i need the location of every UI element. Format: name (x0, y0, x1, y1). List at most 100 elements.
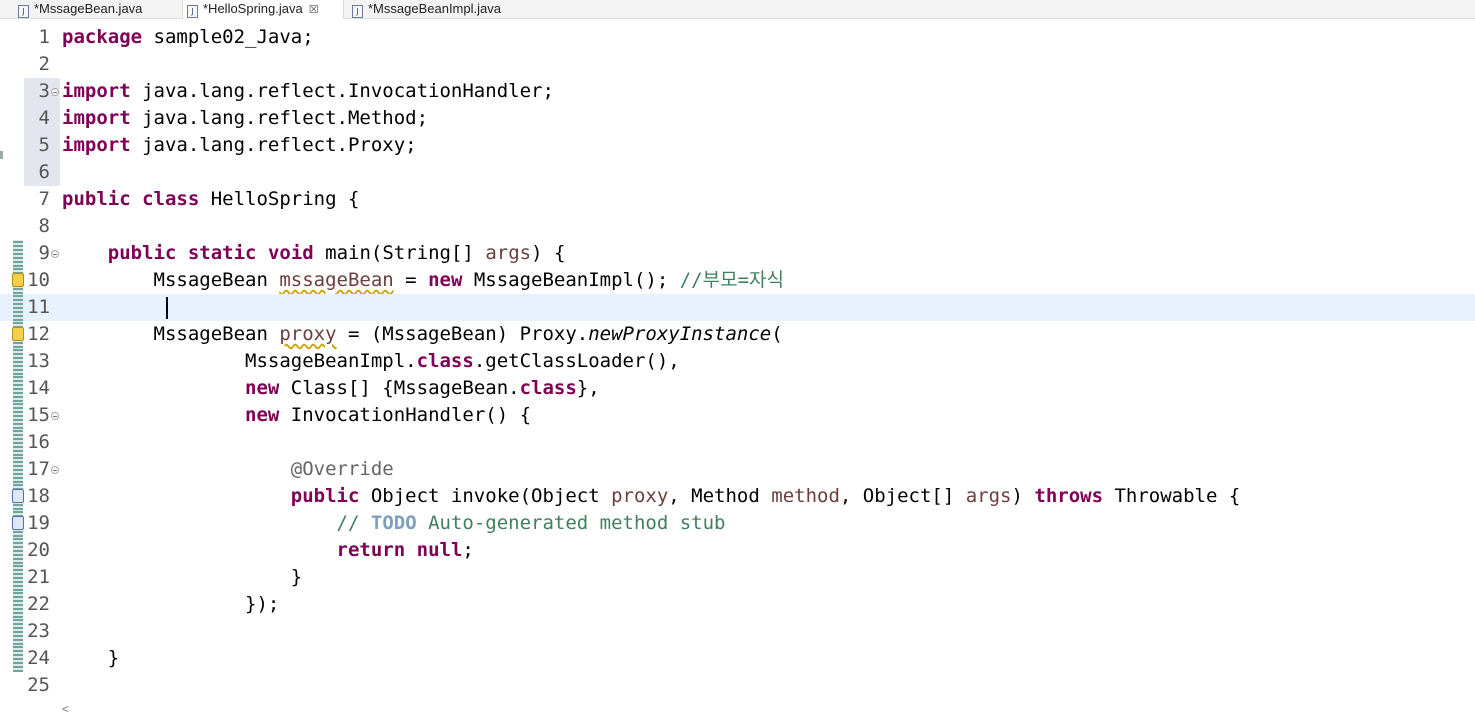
tab-hellospring[interactable]: J *HelloSpring.java ☒ (182, 0, 344, 19)
line-code[interactable]: import java.lang.reflect.Method; (62, 105, 428, 132)
warning-icon[interactable] (12, 273, 24, 287)
code-line[interactable]: 20 return null; (0, 537, 1475, 564)
code-line[interactable]: 9 public static void main(String[] args)… (0, 240, 1475, 267)
line-number: 13 (27, 350, 50, 372)
line-code[interactable]: import java.lang.reflect.InvocationHandl… (62, 78, 554, 105)
code-line[interactable]: 22 }); (0, 591, 1475, 618)
line-code[interactable]: package sample02_Java; (62, 24, 314, 51)
line-number: 19 (27, 512, 50, 534)
code-line[interactable]: 14 new Class[] {MssageBean.class}, (0, 375, 1475, 402)
fold-toggle-icon[interactable] (51, 412, 59, 420)
change-marker (13, 294, 23, 321)
line-code[interactable]: return null; (62, 537, 474, 564)
code-editor[interactable]: 1 package sample02_Java; 2 3 import java… (0, 19, 1475, 716)
tab-mssagebean[interactable]: J *MssageBean.java (14, 0, 142, 18)
comment: //부모=자식 (679, 269, 784, 291)
code-line[interactable]: 2 (0, 51, 1475, 78)
fold-toggle-icon[interactable] (51, 250, 59, 258)
line-number: 21 (27, 566, 50, 588)
line-code[interactable]: MssageBeanImpl.class.getClassLoader(), (62, 348, 680, 375)
change-marker (13, 402, 23, 429)
line-number: 25 (27, 674, 50, 696)
code-line[interactable]: 6 (0, 159, 1475, 186)
warning-icon[interactable] (12, 327, 24, 341)
java-file-icon: J (18, 5, 29, 18)
comment: // TODO Auto-generated method stub (336, 512, 726, 534)
line-code[interactable]: public Object invoke(Object proxy, Metho… (62, 483, 1241, 510)
code-line[interactable]: 8 (0, 213, 1475, 240)
fold-toggle-icon[interactable] (51, 88, 59, 96)
line-code[interactable]: MssageBean mssageBean = new MssageBeanIm… (62, 267, 784, 294)
line-number: 20 (27, 539, 50, 561)
variable: args (485, 242, 532, 264)
current-code-line[interactable]: 11 (0, 294, 1475, 321)
line-number: 14 (27, 377, 50, 399)
keyword: class (519, 377, 577, 399)
tab-mssagebeanimpl[interactable]: J *MssageBeanImpl.java (348, 0, 501, 18)
line-code[interactable]: }); (62, 591, 279, 618)
code-line[interactable]: 23 (0, 618, 1475, 645)
change-marker (13, 348, 23, 375)
line-code[interactable]: // TODO Auto-generated method stub (62, 510, 726, 537)
keyword: new (245, 404, 280, 426)
line-number: 17 (27, 458, 50, 480)
change-marker (13, 240, 23, 267)
close-tab-icon[interactable]: ☒ (309, 4, 319, 16)
line-number: 4 (38, 107, 50, 129)
override-marker-icon[interactable] (12, 489, 24, 503)
keyword: new (428, 269, 463, 291)
line-code[interactable]: public static void main(String[] args) { (62, 240, 566, 267)
line-code[interactable]: @Override (62, 456, 394, 483)
static-method: newProxyInstance (588, 323, 772, 345)
text-caret (166, 297, 168, 319)
line-code[interactable]: new Class[] {MssageBean.class}, (62, 375, 600, 402)
line-code[interactable]: } (62, 564, 302, 591)
code-line[interactable]: 12 MssageBean proxy = (MssageBean) Proxy… (0, 321, 1475, 348)
code-line[interactable]: 21 } (0, 564, 1475, 591)
task-marker-icon[interactable] (12, 516, 24, 530)
line-code[interactable]: MssageBean proxy = (MssageBean) Proxy.ne… (62, 321, 783, 348)
line-number: 1 (38, 26, 50, 48)
change-marker (13, 456, 23, 483)
line-number: 8 (38, 215, 50, 237)
horizontal-scroll-left-icon[interactable]: < (62, 702, 69, 716)
line-number: 2 (38, 53, 50, 75)
keyword: import (62, 80, 131, 102)
line-number: 24 (27, 647, 50, 669)
keyword: import (62, 107, 131, 129)
code-line[interactable]: 19 // TODO Auto-generated method stub (0, 510, 1475, 537)
line-code[interactable]: } (62, 645, 119, 672)
code-line[interactable]: 1 package sample02_Java; (0, 24, 1475, 51)
code-line[interactable]: 13 MssageBeanImpl.class.getClassLoader()… (0, 348, 1475, 375)
keyword: package (62, 26, 143, 48)
line-code[interactable]: new InvocationHandler() { (62, 402, 531, 429)
line-code[interactable]: public class HelloSpring { (62, 186, 359, 213)
line-code[interactable]: import java.lang.reflect.Proxy; (62, 132, 417, 159)
code-line[interactable]: 3 import java.lang.reflect.InvocationHan… (0, 78, 1475, 105)
change-marker (13, 375, 23, 402)
code-line[interactable]: 5 import java.lang.reflect.Proxy; (0, 132, 1475, 159)
variable: args (965, 485, 1012, 507)
keyword: public (290, 485, 360, 507)
variable: method (771, 485, 840, 507)
code-line[interactable]: 7 public class HelloSpring { (0, 186, 1475, 213)
code-line[interactable]: 24 } (0, 645, 1475, 672)
tab-label: *MssageBeanImpl.java (368, 1, 501, 16)
line-number: 11 (27, 296, 50, 318)
code-line[interactable]: 17 @Override (0, 456, 1475, 483)
keyword: public (62, 188, 131, 210)
code-line[interactable]: 4 import java.lang.reflect.Method; (0, 105, 1475, 132)
code-line[interactable]: 15 new InvocationHandler() { (0, 402, 1475, 429)
line-number: 22 (27, 593, 50, 615)
code-line[interactable]: 18 public Object invoke(Object proxy, Me… (0, 483, 1475, 510)
java-file-icon: J (352, 5, 363, 18)
code-line[interactable]: 25 (0, 672, 1475, 699)
code-line[interactable]: 16 (0, 429, 1475, 456)
line-number: 5 (38, 134, 50, 156)
fold-toggle-icon[interactable] (51, 466, 59, 474)
change-marker (13, 591, 23, 618)
code-line[interactable]: 10 MssageBean mssageBean = new MssageBea… (0, 267, 1475, 294)
line-number: 23 (27, 620, 50, 642)
keyword: class (142, 188, 200, 210)
todo-tag: TODO (370, 512, 417, 534)
